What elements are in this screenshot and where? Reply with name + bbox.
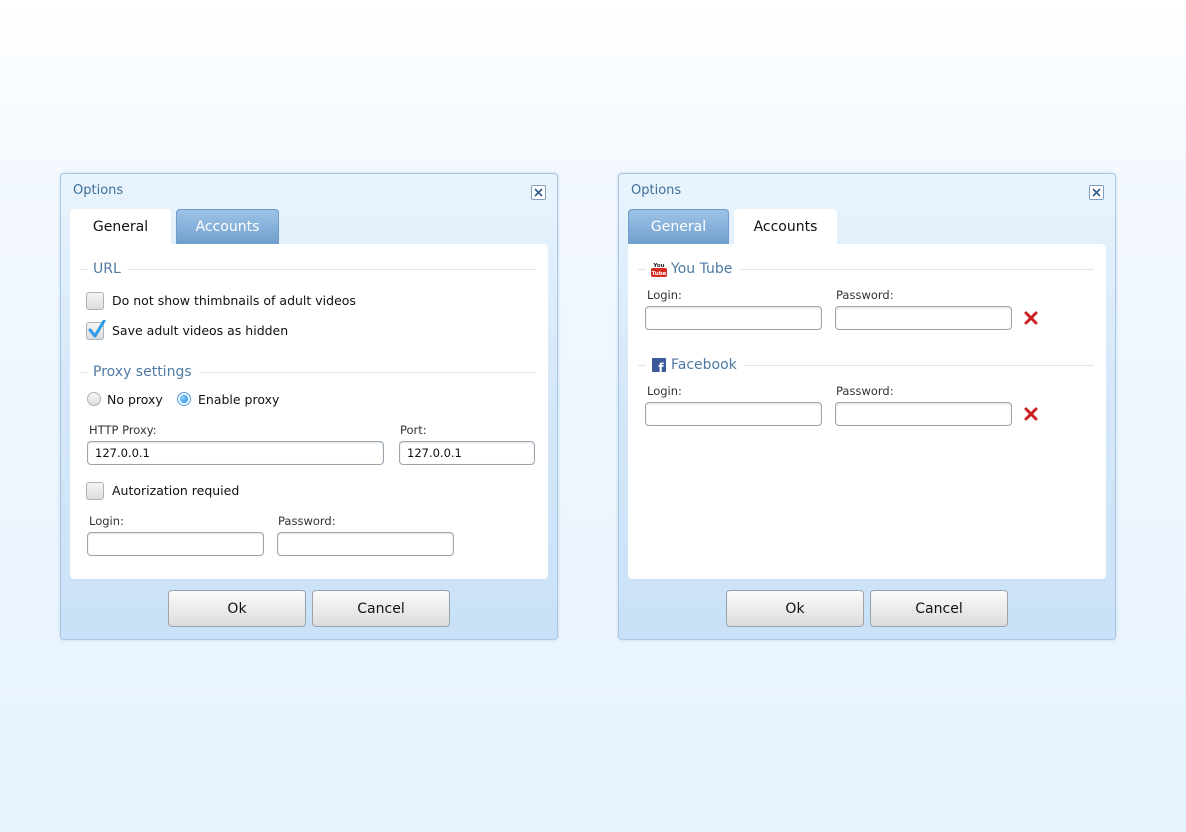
youtube-service-name: You Tube bbox=[671, 261, 733, 277]
enable-proxy-radio[interactable] bbox=[177, 392, 191, 406]
checkmark-icon bbox=[88, 320, 106, 338]
youtube-login-input[interactable] bbox=[645, 306, 822, 330]
accounts-panel: You Tube You Tube Login: Password: f Fac… bbox=[628, 244, 1106, 579]
save-hidden-label: Save adult videos as hidden bbox=[112, 323, 289, 338]
tab-general[interactable]: General bbox=[628, 209, 729, 244]
options-dialog-accounts: Options General Accounts You Tube You Tu… bbox=[618, 173, 1116, 640]
youtube-icon-text-top: You bbox=[652, 263, 664, 269]
http-proxy-label: HTTP Proxy: bbox=[89, 423, 157, 437]
facebook-login-input[interactable] bbox=[645, 402, 822, 426]
http-proxy-input[interactable] bbox=[87, 441, 384, 465]
tab-general[interactable]: General bbox=[70, 209, 171, 245]
remove-icon bbox=[1024, 311, 1038, 325]
remove-icon bbox=[1024, 407, 1038, 421]
tab-accounts[interactable]: Accounts bbox=[176, 209, 279, 244]
section-title: URL bbox=[88, 260, 128, 278]
cancel-button[interactable]: Cancel bbox=[870, 590, 1008, 627]
enable-proxy-label: Enable proxy bbox=[198, 392, 280, 407]
dialog-title: Options bbox=[73, 183, 124, 198]
save-hidden-checkbox[interactable] bbox=[86, 320, 106, 340]
close-button[interactable] bbox=[531, 185, 546, 200]
port-input[interactable] bbox=[399, 441, 535, 465]
port-label: Port: bbox=[400, 423, 427, 437]
section-title: You Tube You Tube bbox=[646, 260, 740, 278]
proxy-section-header: Proxy settings bbox=[80, 363, 536, 383]
proxy-password-label: Password: bbox=[278, 514, 336, 528]
facebook-icon-letter: f bbox=[658, 361, 664, 373]
remove-youtube-button[interactable] bbox=[1024, 311, 1038, 325]
no-proxy-radio[interactable] bbox=[87, 392, 101, 406]
general-panel: URL Do not show thimbnails of adult vide… bbox=[70, 244, 548, 579]
youtube-login-label: Login: bbox=[647, 288, 682, 302]
proxy-login-input[interactable] bbox=[87, 532, 264, 556]
section-title: f Facebook bbox=[646, 356, 744, 375]
youtube-icon: You Tube bbox=[651, 261, 667, 277]
remove-facebook-button[interactable] bbox=[1024, 407, 1038, 421]
youtube-icon-text-bottom: Tube bbox=[652, 271, 667, 277]
close-icon bbox=[1092, 188, 1101, 197]
facebook-icon: f bbox=[651, 357, 667, 375]
facebook-service-name: Facebook bbox=[671, 357, 737, 373]
ok-button[interactable]: Ok bbox=[726, 590, 864, 627]
section-divider bbox=[80, 269, 536, 270]
section-title: Proxy settings bbox=[88, 363, 199, 381]
url-section-header: URL bbox=[80, 260, 536, 280]
adult-thumbnails-checkbox[interactable] bbox=[86, 292, 104, 310]
facebook-password-input[interactable] bbox=[835, 402, 1012, 426]
youtube-password-input[interactable] bbox=[835, 306, 1012, 330]
ok-button[interactable]: Ok bbox=[168, 590, 306, 627]
close-button[interactable] bbox=[1089, 185, 1104, 200]
youtube-password-label: Password: bbox=[836, 288, 894, 302]
youtube-section-header: You Tube You Tube bbox=[638, 260, 1094, 280]
cancel-button[interactable]: Cancel bbox=[312, 590, 450, 627]
close-icon bbox=[534, 188, 543, 197]
proxy-password-input[interactable] bbox=[277, 532, 454, 556]
authorization-checkbox[interactable] bbox=[86, 482, 104, 500]
facebook-section-header: f Facebook bbox=[638, 356, 1094, 376]
authorization-label: Autorization requied bbox=[112, 483, 240, 498]
proxy-login-label: Login: bbox=[89, 514, 124, 528]
facebook-password-label: Password: bbox=[836, 384, 894, 398]
tab-accounts[interactable]: Accounts bbox=[734, 209, 837, 245]
facebook-login-label: Login: bbox=[647, 384, 682, 398]
adult-thumbnails-label: Do not show thimbnails of adult videos bbox=[112, 293, 356, 308]
no-proxy-label: No proxy bbox=[107, 392, 163, 407]
options-dialog-general: Options General Accounts URL Do not show… bbox=[60, 173, 558, 640]
dialog-title: Options bbox=[631, 183, 682, 198]
